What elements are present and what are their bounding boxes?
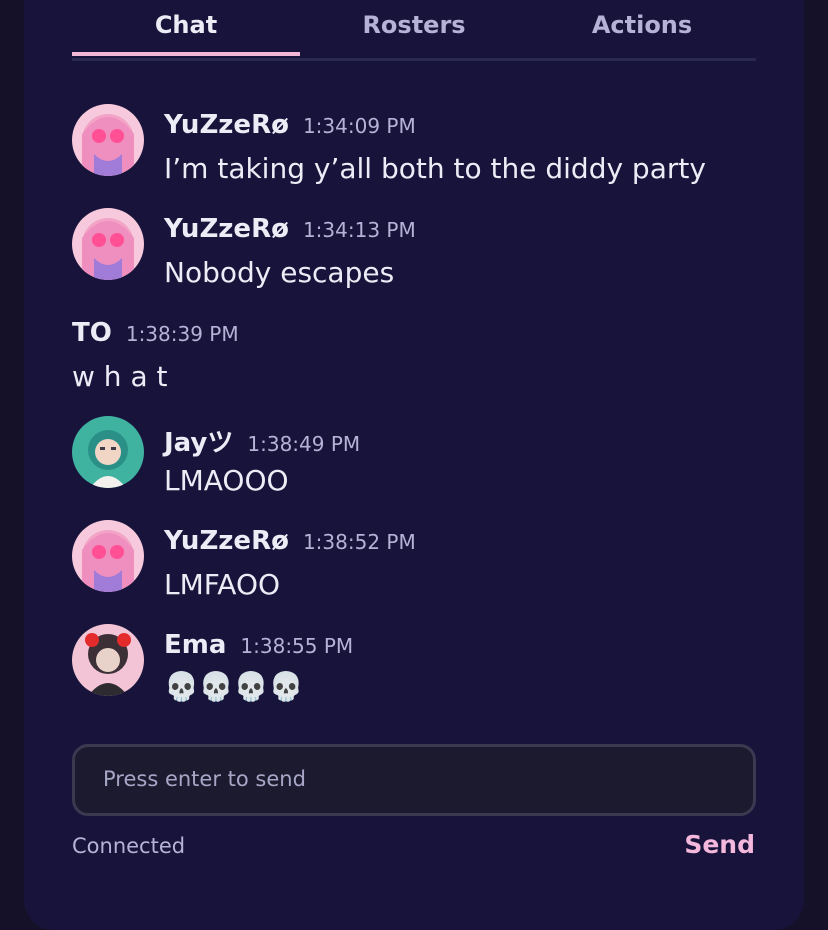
message-composer <box>72 744 756 816</box>
author-name[interactable]: YuZzeRø <box>164 110 289 140</box>
avatar[interactable] <box>72 624 144 696</box>
timestamp: 1:34:13 PM <box>302 218 416 242</box>
avatar[interactable] <box>72 520 144 592</box>
author-name[interactable]: TO <box>72 318 112 348</box>
avatar[interactable] <box>72 104 144 176</box>
message-text: 💀💀💀💀 <box>164 670 304 703</box>
message-header: TO 1:38:39 PM <box>72 318 239 354</box>
author-name[interactable]: YuZzeRø <box>164 214 289 244</box>
message-text: LMAOOO <box>164 464 289 497</box>
tab-bar: Chat Rosters Actions <box>72 0 756 61</box>
avatar[interactable] <box>72 416 144 488</box>
timestamp: 1:38:49 PM <box>247 432 361 456</box>
timestamp: 1:38:39 PM <box>125 322 239 346</box>
tab-rosters[interactable]: Rosters <box>300 0 528 52</box>
message-text: Nobody escapes <box>164 256 395 289</box>
message-header: Jayツ 1:38:49 PM <box>164 422 360 458</box>
message-header: Ema 1:38:55 PM <box>164 630 353 666</box>
tab-chat[interactable]: Chat <box>72 0 300 56</box>
author-name[interactable]: Ema <box>164 630 226 660</box>
message-text: w h a t <box>72 360 168 393</box>
timestamp: 1:34:09 PM <box>302 114 416 138</box>
tab-actions[interactable]: Actions <box>528 0 756 52</box>
author-name[interactable]: Jayツ <box>164 428 233 458</box>
timestamp: 1:38:55 PM <box>240 634 354 658</box>
message-header: YuZzeRø 1:34:09 PM <box>164 110 416 146</box>
message-header: YuZzeRø 1:38:52 PM <box>164 526 416 562</box>
message-text: I’m taking y’all both to the diddy party <box>164 152 706 185</box>
avatar[interactable] <box>72 208 144 280</box>
send-button[interactable]: Send <box>684 830 755 859</box>
message-input[interactable] <box>101 747 725 811</box>
timestamp: 1:38:52 PM <box>302 530 416 554</box>
author-name[interactable]: YuZzeRø <box>164 526 289 556</box>
message-text: LMFAOO <box>164 568 281 601</box>
message-header: YuZzeRø 1:34:13 PM <box>164 214 416 250</box>
connection-status: Connected <box>72 834 186 858</box>
